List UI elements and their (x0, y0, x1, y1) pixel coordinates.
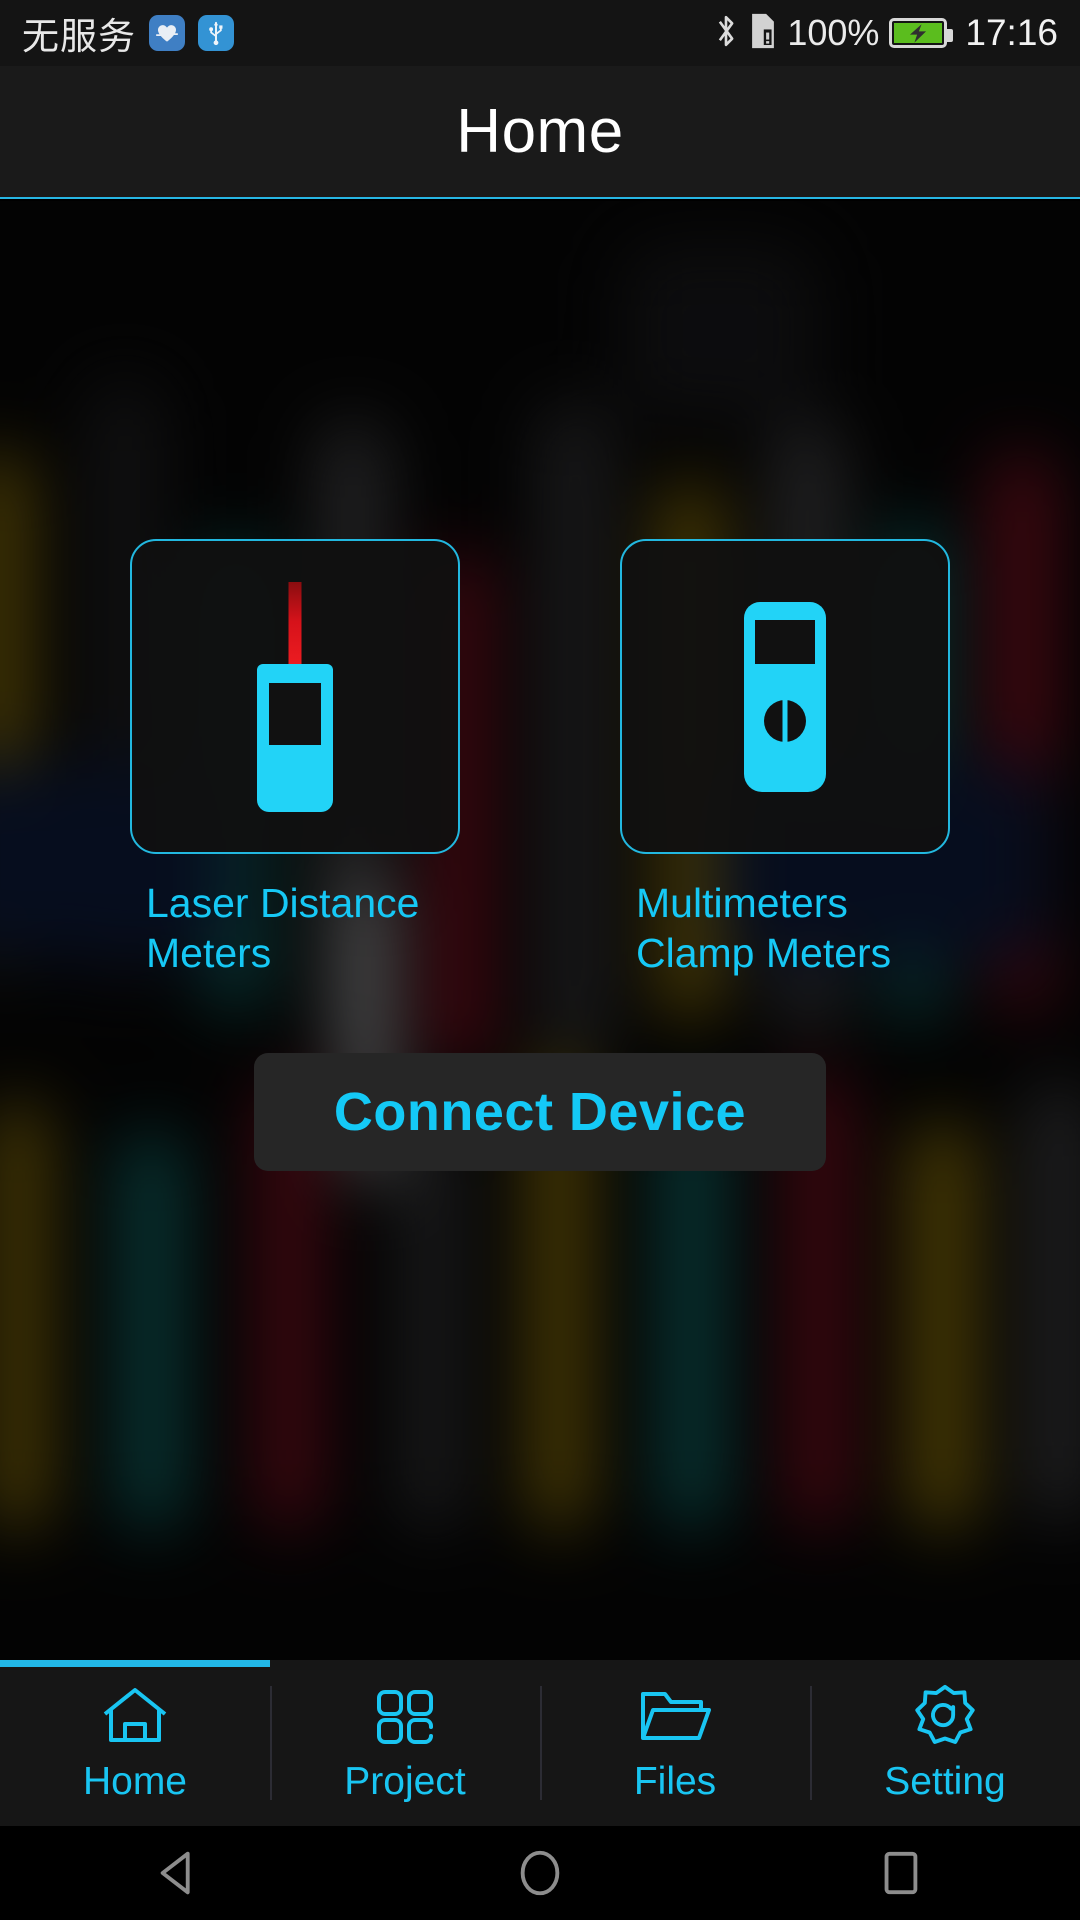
usb-icon (198, 15, 234, 51)
android-navigation-bar (0, 1826, 1080, 1920)
category-multimeters-clamp-meters[interactable]: Multimeters Clamp Meters (620, 539, 950, 978)
multimeter-icon (715, 582, 855, 812)
home-icon (98, 1682, 172, 1750)
category-laser-distance-meters[interactable]: Laser Distance Meters (130, 539, 460, 978)
health-app-icon (149, 15, 185, 51)
status-bar-left: 无服务 (22, 6, 234, 60)
bluetooth-icon (713, 11, 739, 56)
bottom-tab-bar: Home Project Files Setting (0, 1660, 1080, 1826)
sim-card-icon (749, 12, 777, 55)
connect-device-button[interactable]: Connect Device (254, 1053, 826, 1171)
clock-label: 17:16 (965, 12, 1058, 53)
tab-files[interactable]: Files (540, 1660, 810, 1826)
gear-icon (908, 1682, 982, 1750)
status-bar: 无服务 100% 17:16 (0, 0, 1080, 66)
app-screen: 无服务 100% 17:16 Home Laser Distance Meter… (0, 0, 1080, 1920)
device-category-grid: Laser Distance Meters Multimeters Clamp … (0, 539, 1080, 978)
tab-label: Project (344, 1760, 466, 1803)
battery-charging-icon (889, 18, 954, 48)
app-header: Home (0, 66, 1080, 199)
status-bar-right: 100% 17:16 (713, 11, 1058, 56)
grid-icon (368, 1682, 442, 1750)
category-label: Laser Distance Meters (146, 880, 420, 977)
carrier-label: 无服务 (22, 16, 136, 57)
main-content: Laser Distance Meters Multimeters Clamp … (0, 201, 1080, 1660)
tab-setting[interactable]: Setting (810, 1660, 1080, 1826)
battery-percent-label: 100% (787, 12, 880, 53)
back-triangle-icon[interactable] (120, 1826, 240, 1920)
connect-button-container: Connect Device (0, 1053, 1080, 1171)
laser-beam-icon (288, 581, 302, 670)
tab-label: Setting (884, 1760, 1006, 1803)
multimeter-screen-shape (755, 619, 815, 664)
page-title: Home (456, 97, 624, 166)
tab-label: Home (82, 1760, 188, 1803)
tab-home[interactable]: Home (0, 1660, 270, 1826)
home-circle-icon[interactable] (480, 1826, 600, 1920)
meter-screen-shape (269, 682, 321, 745)
laser-distance-meter-icon (225, 581, 365, 812)
category-tile[interactable] (130, 539, 460, 854)
category-label: Multimeters Clamp Meters (636, 880, 892, 977)
recents-square-icon[interactable] (840, 1826, 960, 1920)
tab-label: Files (633, 1760, 717, 1803)
multimeter-dial-shape (764, 699, 806, 742)
category-tile[interactable] (620, 539, 950, 854)
tab-project[interactable]: Project (270, 1660, 540, 1826)
folder-icon (638, 1682, 712, 1750)
